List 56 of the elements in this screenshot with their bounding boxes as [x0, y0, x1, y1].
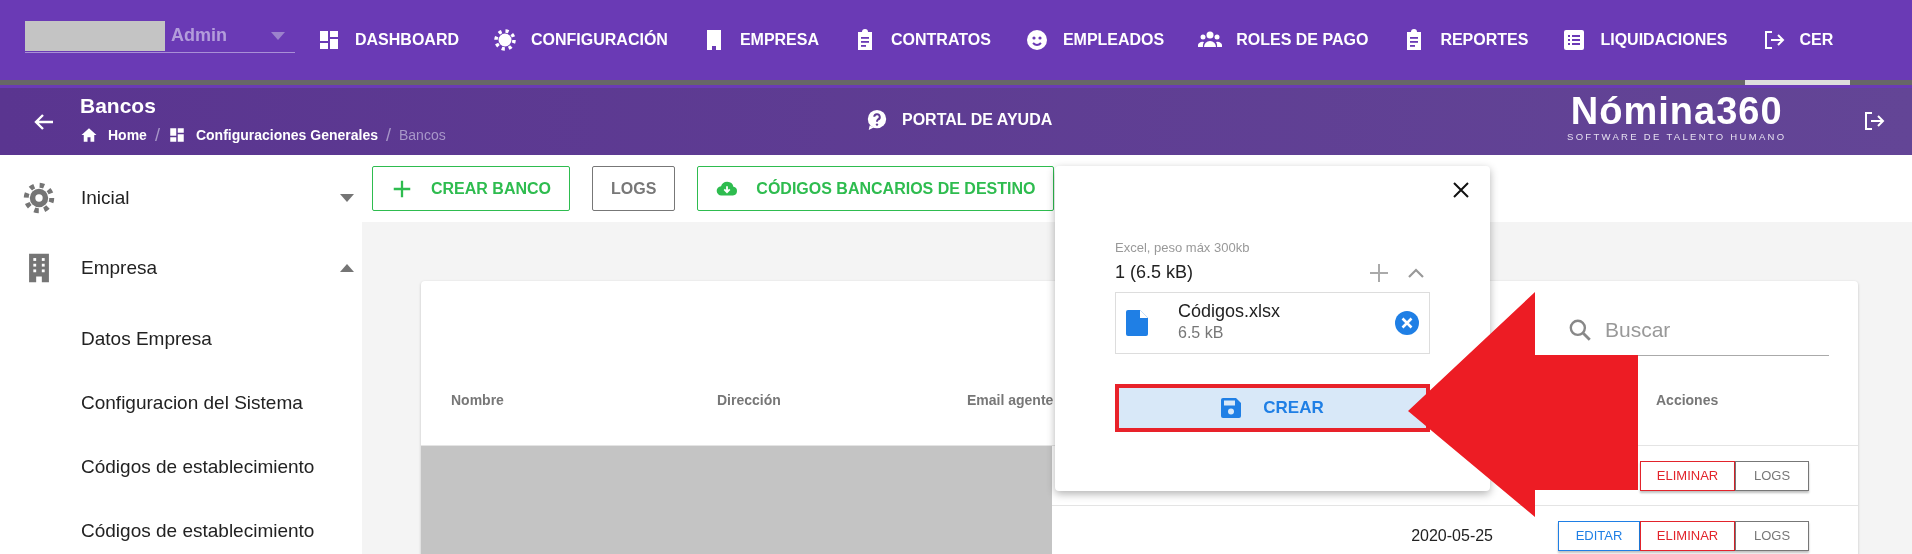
file-size: 6.5 kB	[1178, 322, 1225, 343]
logo-text: Nómina360	[1569, 92, 1784, 130]
nav-tab[interactable]: CONTRATOS	[836, 0, 1008, 80]
nav-tab[interactable]: LIQUIDACIONES	[1545, 0, 1745, 80]
file-icon	[1126, 309, 1148, 336]
table-cell: 2020-05-25	[1411, 526, 1493, 544]
sidebar-subitem[interactable]: Códigos de establecimiento	[0, 435, 362, 499]
sidebar-item[interactable]: Empresa	[0, 233, 362, 303]
dashboard-icon	[167, 126, 186, 145]
page-title: Bancos	[80, 94, 157, 118]
help-icon	[866, 109, 888, 131]
dashboard-icon	[317, 28, 341, 52]
file-name: Códigos.xlsx	[1178, 301, 1281, 323]
nav-tab[interactable]: ROLES DE PAGO	[1181, 0, 1386, 80]
face-icon	[1024, 28, 1049, 52]
chevron-up-icon[interactable]	[1408, 267, 1424, 278]
file-summary: 1 (6.5 kB)	[1115, 261, 1194, 284]
nav-tab[interactable]: CER	[1744, 0, 1851, 80]
column-header: Email agente	[967, 391, 1054, 410]
toolbar-button[interactable]: LOGS	[592, 166, 676, 211]
sidebar-item[interactable]: Inicial	[0, 163, 362, 233]
add-icon[interactable]	[1370, 263, 1388, 282]
sidebar-subitem[interactable]: Datos Empresa	[0, 307, 362, 371]
sidebar-subitem[interactable]: Códigos de establecimiento	[0, 499, 362, 554]
nav-tab[interactable]: REPORTES	[1385, 0, 1546, 80]
nav-tab[interactable]: EMPRESA	[684, 0, 836, 80]
nav-tab[interactable]: DASHBOARD	[300, 0, 476, 80]
save-icon	[1221, 397, 1242, 418]
home-icon	[80, 126, 98, 145]
list-icon	[1562, 28, 1587, 52]
row-action-button[interactable]: LOGS	[1735, 460, 1809, 491]
help-link[interactable]: PORTAL DE AYUDA	[866, 108, 1053, 132]
nav-tab[interactable]: EMPLEADOS	[1007, 0, 1182, 80]
settings-icon	[22, 181, 56, 215]
column-header: Nombre	[451, 391, 504, 410]
search-icon	[1567, 317, 1593, 343]
breadcrumb-link[interactable]: Home	[80, 124, 147, 146]
row-action-button[interactable]: EDITAR	[1558, 520, 1640, 551]
row-action-button[interactable]: ELIMINAR	[1640, 520, 1735, 551]
close-icon[interactable]	[1453, 182, 1469, 198]
column-header: Dirección	[717, 391, 781, 410]
breadcrumb-link[interactable]: Configuraciones Generales	[167, 124, 378, 146]
breadcrumb-separator: /	[386, 123, 391, 147]
settings-icon	[493, 28, 517, 52]
column-header: Acciones	[1656, 391, 1719, 410]
back-arrow-icon	[33, 111, 53, 132]
remove-icon[interactable]	[1395, 310, 1419, 335]
row-action-button[interactable]: LOGS	[1735, 520, 1809, 551]
breadcrumb-separator: /	[154, 123, 160, 147]
sidebar-subitem[interactable]: Configuracion del Sistema	[0, 371, 362, 435]
nav-tab[interactable]: CONFIGURACIÓN	[476, 0, 685, 80]
logout-icon[interactable]	[1862, 109, 1886, 133]
row-action-button[interactable]: ELIMINAR	[1640, 460, 1735, 491]
caret-icon	[271, 31, 285, 40]
upload-hint: Excel, peso máx 300kb	[1115, 239, 1250, 257]
logo-tagline: SOFTWARE DE TALENTO HUMANO	[1567, 130, 1787, 144]
